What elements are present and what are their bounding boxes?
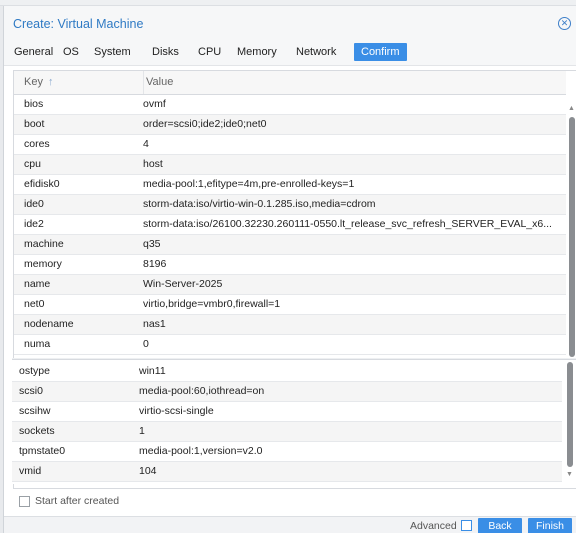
table-row[interactable]: vmid 104 — [12, 462, 562, 482]
row-key: net0 — [24, 298, 45, 310]
table-row[interactable]: numa 0 — [14, 335, 566, 355]
wizard-tabs: General OS System Disks CPU Memory Netwo… — [4, 38, 576, 66]
scroll-down-icon[interactable]: ▼ — [566, 471, 573, 478]
scroll-up-icon[interactable]: ▲ — [568, 105, 575, 112]
row-key: ide2 — [24, 218, 44, 230]
table-row[interactable]: scsihw virtio-scsi-single — [12, 402, 562, 422]
table-row[interactable]: scsi0 media-pool:60,iothread=on — [12, 382, 562, 402]
row-key: name — [24, 278, 51, 290]
table-row[interactable]: cores 4 — [14, 135, 566, 155]
row-value: media-pool:1,version=v2.0 — [139, 445, 263, 457]
start-after-created-checkbox[interactable] — [19, 495, 30, 507]
row-key: scsihw — [19, 405, 51, 417]
tab-confirm[interactable]: Confirm — [354, 43, 407, 61]
dialog-title-bar: Create: Virtual Machine ✕ — [4, 6, 576, 38]
table-row[interactable]: net0 virtio,bridge=vmbr0,firewall=1 — [14, 295, 566, 315]
row-value: order=scsi0;ide2;ide0;net0 — [143, 118, 267, 130]
row-key: boot — [24, 118, 45, 130]
close-icon[interactable]: ✕ — [558, 17, 571, 30]
row-key: cpu — [24, 158, 41, 170]
column-header-value[interactable]: Value — [143, 71, 563, 94]
row-value: Win-Server-2025 — [143, 278, 223, 290]
back-button[interactable]: Back — [478, 518, 522, 533]
row-key: sockets — [19, 425, 55, 437]
start-after-created-label: Start after created — [35, 495, 120, 507]
table-row[interactable]: ide2 storm-data:iso/26100.32230.260111-0… — [14, 215, 566, 235]
row-key: tpmstate0 — [19, 445, 66, 457]
row-value: media-pool:60,iothread=on — [139, 385, 265, 397]
row-key: ostype — [19, 365, 50, 377]
table-row[interactable]: sockets 1 — [12, 422, 562, 442]
table-row[interactable]: bios ovmf — [14, 95, 566, 115]
row-key: vmid — [19, 465, 42, 477]
table-row[interactable]: ide0 storm-data:iso/virtio-win-0.1.285.i… — [14, 195, 566, 215]
row-value: host — [143, 158, 163, 170]
row-value: nas1 — [143, 318, 166, 330]
row-value: 4 — [143, 138, 149, 150]
table-row[interactable]: name Win-Server-2025 — [14, 275, 566, 295]
dialog-footer: Advanced Back Finish — [4, 516, 576, 533]
finish-button[interactable]: Finish — [528, 518, 572, 533]
table-row[interactable]: memory 8196 — [14, 255, 566, 275]
row-key: nodename — [24, 318, 74, 330]
row-key: ide0 — [24, 198, 44, 210]
row-value: storm-data:iso/26100.32230.260111-0550.l… — [143, 218, 552, 230]
sort-ascending-icon: ↑ — [48, 76, 54, 88]
row-key: numa — [24, 338, 51, 350]
tab-memory[interactable]: Memory — [233, 43, 281, 61]
column-header-value-label: Value — [146, 76, 174, 88]
dialog-title: Create: Virtual Machine — [13, 17, 144, 31]
row-key: scsi0 — [19, 385, 43, 397]
row-key: machine — [24, 238, 64, 250]
row-value: q35 — [143, 238, 161, 250]
row-value: media-pool:1,efitype=4m,pre-enrolled-key… — [143, 178, 355, 190]
table-row[interactable]: efidisk0 media-pool:1,efitype=4m,pre-enr… — [14, 175, 566, 195]
lower-scrollbar[interactable]: ▼ — [564, 360, 575, 485]
table-row[interactable]: ostype win11 — [12, 362, 562, 382]
row-value: ovmf — [143, 98, 166, 110]
row-value: virtio,bridge=vmbr0,firewall=1 — [143, 298, 281, 310]
row-key: bios — [24, 98, 44, 110]
create-vm-dialog: Create: Virtual Machine ✕ General OS Sys… — [3, 6, 576, 533]
tab-general[interactable]: General — [10, 43, 57, 61]
scrollbar-thumb[interactable] — [567, 362, 573, 467]
tab-cpu[interactable]: CPU — [194, 43, 225, 61]
tab-disks[interactable]: Disks — [148, 43, 183, 61]
row-key: efidisk0 — [24, 178, 60, 190]
grid-scrollbar[interactable]: ▲ — [566, 95, 576, 361]
row-value: 8196 — [143, 258, 167, 270]
grid-header: Key ↑ Value — [14, 71, 566, 95]
row-value: win11 — [139, 365, 166, 377]
table-row[interactable]: boot order=scsi0;ide2;ide0;net0 — [14, 115, 566, 135]
tab-system[interactable]: System — [90, 43, 135, 61]
column-header-key[interactable]: Key ↑ — [24, 71, 134, 94]
row-value: 0 — [143, 338, 149, 350]
start-after-created-option[interactable]: Start after created — [19, 494, 119, 508]
row-value: virtio-scsi-single — [139, 405, 214, 417]
row-key: memory — [24, 258, 62, 270]
column-header-key-label: Key — [24, 76, 43, 88]
row-key: cores — [24, 138, 50, 150]
row-value: storm-data:iso/virtio-win-0.1.285.iso,me… — [143, 198, 376, 210]
advanced-label: Advanced — [410, 520, 457, 532]
row-value: 104 — [139, 465, 157, 477]
tab-os[interactable]: OS — [59, 43, 83, 61]
advanced-checkbox[interactable] — [461, 520, 472, 531]
grid-lower-section: ostype win11 scsi0 media-pool:60,iothrea… — [12, 359, 576, 484]
scrollbar-thumb[interactable] — [569, 117, 575, 357]
table-row[interactable]: cpu host — [14, 155, 566, 175]
tab-network[interactable]: Network — [292, 43, 340, 61]
table-row[interactable]: tpmstate0 media-pool:1,version=v2.0 — [12, 442, 562, 462]
table-row[interactable]: machine q35 — [14, 235, 566, 255]
row-value: 1 — [139, 425, 145, 437]
table-row[interactable]: nodename nas1 — [14, 315, 566, 335]
